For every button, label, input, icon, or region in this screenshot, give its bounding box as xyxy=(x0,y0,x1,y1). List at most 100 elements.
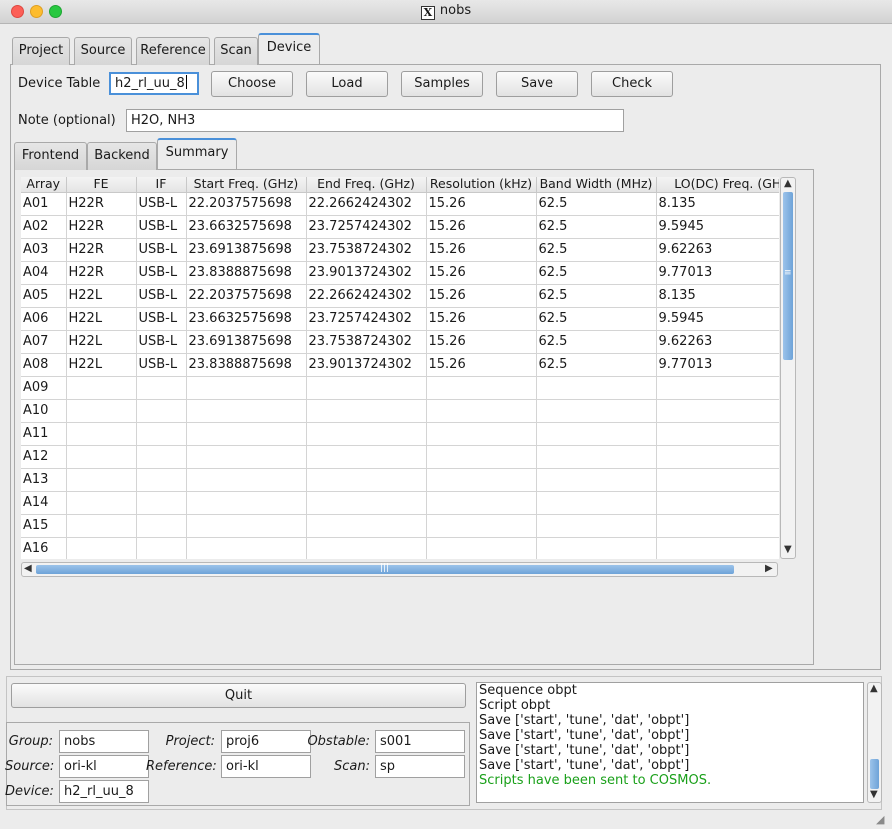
cell-start-freq[interactable] xyxy=(186,445,307,469)
device-field[interactable]: h2_rl_uu_8 xyxy=(59,780,149,803)
cell-fe[interactable]: H22L xyxy=(66,284,137,308)
samples-button[interactable]: Samples xyxy=(401,71,483,97)
cell-start-freq[interactable]: 23.8388875698 xyxy=(186,261,307,285)
cell-end-freq[interactable]: 23.9013724302 xyxy=(306,353,427,377)
cell-start-freq[interactable] xyxy=(186,514,307,538)
cell-resolution[interactable] xyxy=(426,445,537,469)
tab-reference[interactable]: Reference xyxy=(136,37,210,65)
cell-start-freq[interactable]: 23.6632575698 xyxy=(186,307,307,331)
cell-band-width[interactable] xyxy=(536,445,657,469)
table-row[interactable]: A16 xyxy=(21,537,779,559)
cell-start-freq[interactable]: 22.2037575698 xyxy=(186,284,307,308)
cell-lo-freq[interactable]: 9.5945 xyxy=(656,215,779,239)
cell-fe[interactable] xyxy=(66,445,137,469)
table-vertical-scrollbar[interactable]: ▲ ≡ ▼ xyxy=(780,177,796,559)
cell-lo-freq[interactable]: 9.5945 xyxy=(656,307,779,331)
cell-array[interactable]: A10 xyxy=(21,399,67,423)
cell-lo-freq[interactable]: 9.62263 xyxy=(656,238,779,262)
cell-resolution[interactable]: 15.26 xyxy=(426,353,537,377)
cell-if[interactable] xyxy=(136,514,187,538)
cell-end-freq[interactable]: 22.2662424302 xyxy=(306,192,427,216)
cell-resolution[interactable] xyxy=(426,399,537,423)
cell-lo-freq[interactable] xyxy=(656,514,779,538)
cell-if[interactable] xyxy=(136,376,187,400)
obstable-field[interactable]: s001 xyxy=(375,730,465,753)
cell-if[interactable]: USB-L xyxy=(136,330,187,354)
cell-fe[interactable] xyxy=(66,376,137,400)
cell-if[interactable]: USB-L xyxy=(136,353,187,377)
cell-start-freq[interactable] xyxy=(186,376,307,400)
column-header-end-freq[interactable]: End Freq. (GHz) xyxy=(306,177,427,193)
log-scroll-thumb[interactable] xyxy=(870,759,879,789)
cell-lo-freq[interactable] xyxy=(656,399,779,423)
cell-array[interactable]: A09 xyxy=(21,376,67,400)
cell-band-width[interactable] xyxy=(536,376,657,400)
scroll-right-arrow-icon[interactable]: ▶ xyxy=(765,563,773,575)
cell-band-width[interactable] xyxy=(536,537,657,559)
table-row[interactable]: A10 xyxy=(21,399,779,423)
cell-end-freq[interactable] xyxy=(306,445,427,469)
cell-fe[interactable] xyxy=(66,468,137,492)
cell-array[interactable]: A08 xyxy=(21,353,67,377)
table-row[interactable]: A02 H22R USB-L 23.6632575698 23.7257424302 15… xyxy=(21,215,779,239)
quit-button[interactable]: Quit xyxy=(11,683,466,708)
column-header-if[interactable]: IF xyxy=(136,177,187,193)
cell-lo-freq[interactable] xyxy=(656,468,779,492)
cell-resolution[interactable]: 15.26 xyxy=(426,284,537,308)
cell-resolution[interactable]: 15.26 xyxy=(426,238,537,262)
cell-array[interactable]: A13 xyxy=(21,468,67,492)
cell-end-freq[interactable] xyxy=(306,376,427,400)
cell-start-freq[interactable] xyxy=(186,422,307,446)
cell-start-freq[interactable]: 23.8388875698 xyxy=(186,353,307,377)
cell-band-width[interactable] xyxy=(536,514,657,538)
cell-fe[interactable] xyxy=(66,491,137,515)
cell-if[interactable]: USB-L xyxy=(136,261,187,285)
cell-band-width[interactable] xyxy=(536,399,657,423)
cell-fe[interactable]: H22L xyxy=(66,330,137,354)
column-header-band-width[interactable]: Band Width (MHz) xyxy=(536,177,657,193)
cell-resolution[interactable] xyxy=(426,376,537,400)
cell-resolution[interactable]: 15.26 xyxy=(426,192,537,216)
cell-array[interactable]: A15 xyxy=(21,514,67,538)
scroll-up-arrow-icon[interactable]: ▲ xyxy=(784,178,792,190)
cell-band-width[interactable] xyxy=(536,491,657,515)
table-row[interactable]: A05 H22L USB-L 22.2037575698 22.2662424302 15… xyxy=(21,284,779,308)
cell-resolution[interactable] xyxy=(426,491,537,515)
cell-lo-freq[interactable] xyxy=(656,376,779,400)
table-row[interactable]: A03 H22R USB-L 23.6913875698 23.7538724302 15… xyxy=(21,238,779,262)
tab-project[interactable]: Project xyxy=(12,37,70,65)
cell-band-width[interactable]: 62.5 xyxy=(536,353,657,377)
cell-end-freq[interactable]: 23.7257424302 xyxy=(306,215,427,239)
check-button[interactable]: Check xyxy=(591,71,673,97)
cell-start-freq[interactable]: 23.6632575698 xyxy=(186,215,307,239)
scroll-down-arrow-icon[interactable]: ▼ xyxy=(784,544,792,556)
reference-field[interactable]: ori-kl xyxy=(221,755,311,778)
table-row[interactable]: A04 H22R USB-L 23.8388875698 23.9013724302 15… xyxy=(21,261,779,285)
cell-array[interactable]: A16 xyxy=(21,537,67,559)
cell-resolution[interactable] xyxy=(426,422,537,446)
cell-start-freq[interactable]: 23.6913875698 xyxy=(186,238,307,262)
cell-end-freq[interactable]: 23.9013724302 xyxy=(306,261,427,285)
cell-lo-freq[interactable]: 8.135 xyxy=(656,284,779,308)
table-row[interactable]: A11 xyxy=(21,422,779,446)
scroll-up-arrow-icon[interactable]: ▲ xyxy=(870,683,878,695)
cell-if[interactable]: USB-L xyxy=(136,307,187,331)
cell-start-freq[interactable] xyxy=(186,468,307,492)
table-row[interactable]: A06 H22L USB-L 23.6632575698 23.7257424302 15… xyxy=(21,307,779,331)
project-field[interactable]: proj6 xyxy=(221,730,311,753)
table-row[interactable]: A13 xyxy=(21,468,779,492)
tab-scan[interactable]: Scan xyxy=(214,37,258,65)
save-button[interactable]: Save xyxy=(496,71,578,97)
cell-array[interactable]: A14 xyxy=(21,491,67,515)
cell-start-freq[interactable] xyxy=(186,537,307,559)
tab-summary[interactable]: Summary xyxy=(157,138,237,169)
cell-start-freq[interactable]: 23.6913875698 xyxy=(186,330,307,354)
cell-array[interactable]: A01 xyxy=(21,192,67,216)
table-row[interactable]: A08 H22L USB-L 23.8388875698 23.9013724302 15… xyxy=(21,353,779,377)
cell-array[interactable]: A11 xyxy=(21,422,67,446)
cell-if[interactable] xyxy=(136,422,187,446)
group-field[interactable]: nobs xyxy=(59,730,149,753)
cell-array[interactable]: A12 xyxy=(21,445,67,469)
cell-lo-freq[interactable]: 9.62263 xyxy=(656,330,779,354)
cell-end-freq[interactable]: 23.7538724302 xyxy=(306,238,427,262)
